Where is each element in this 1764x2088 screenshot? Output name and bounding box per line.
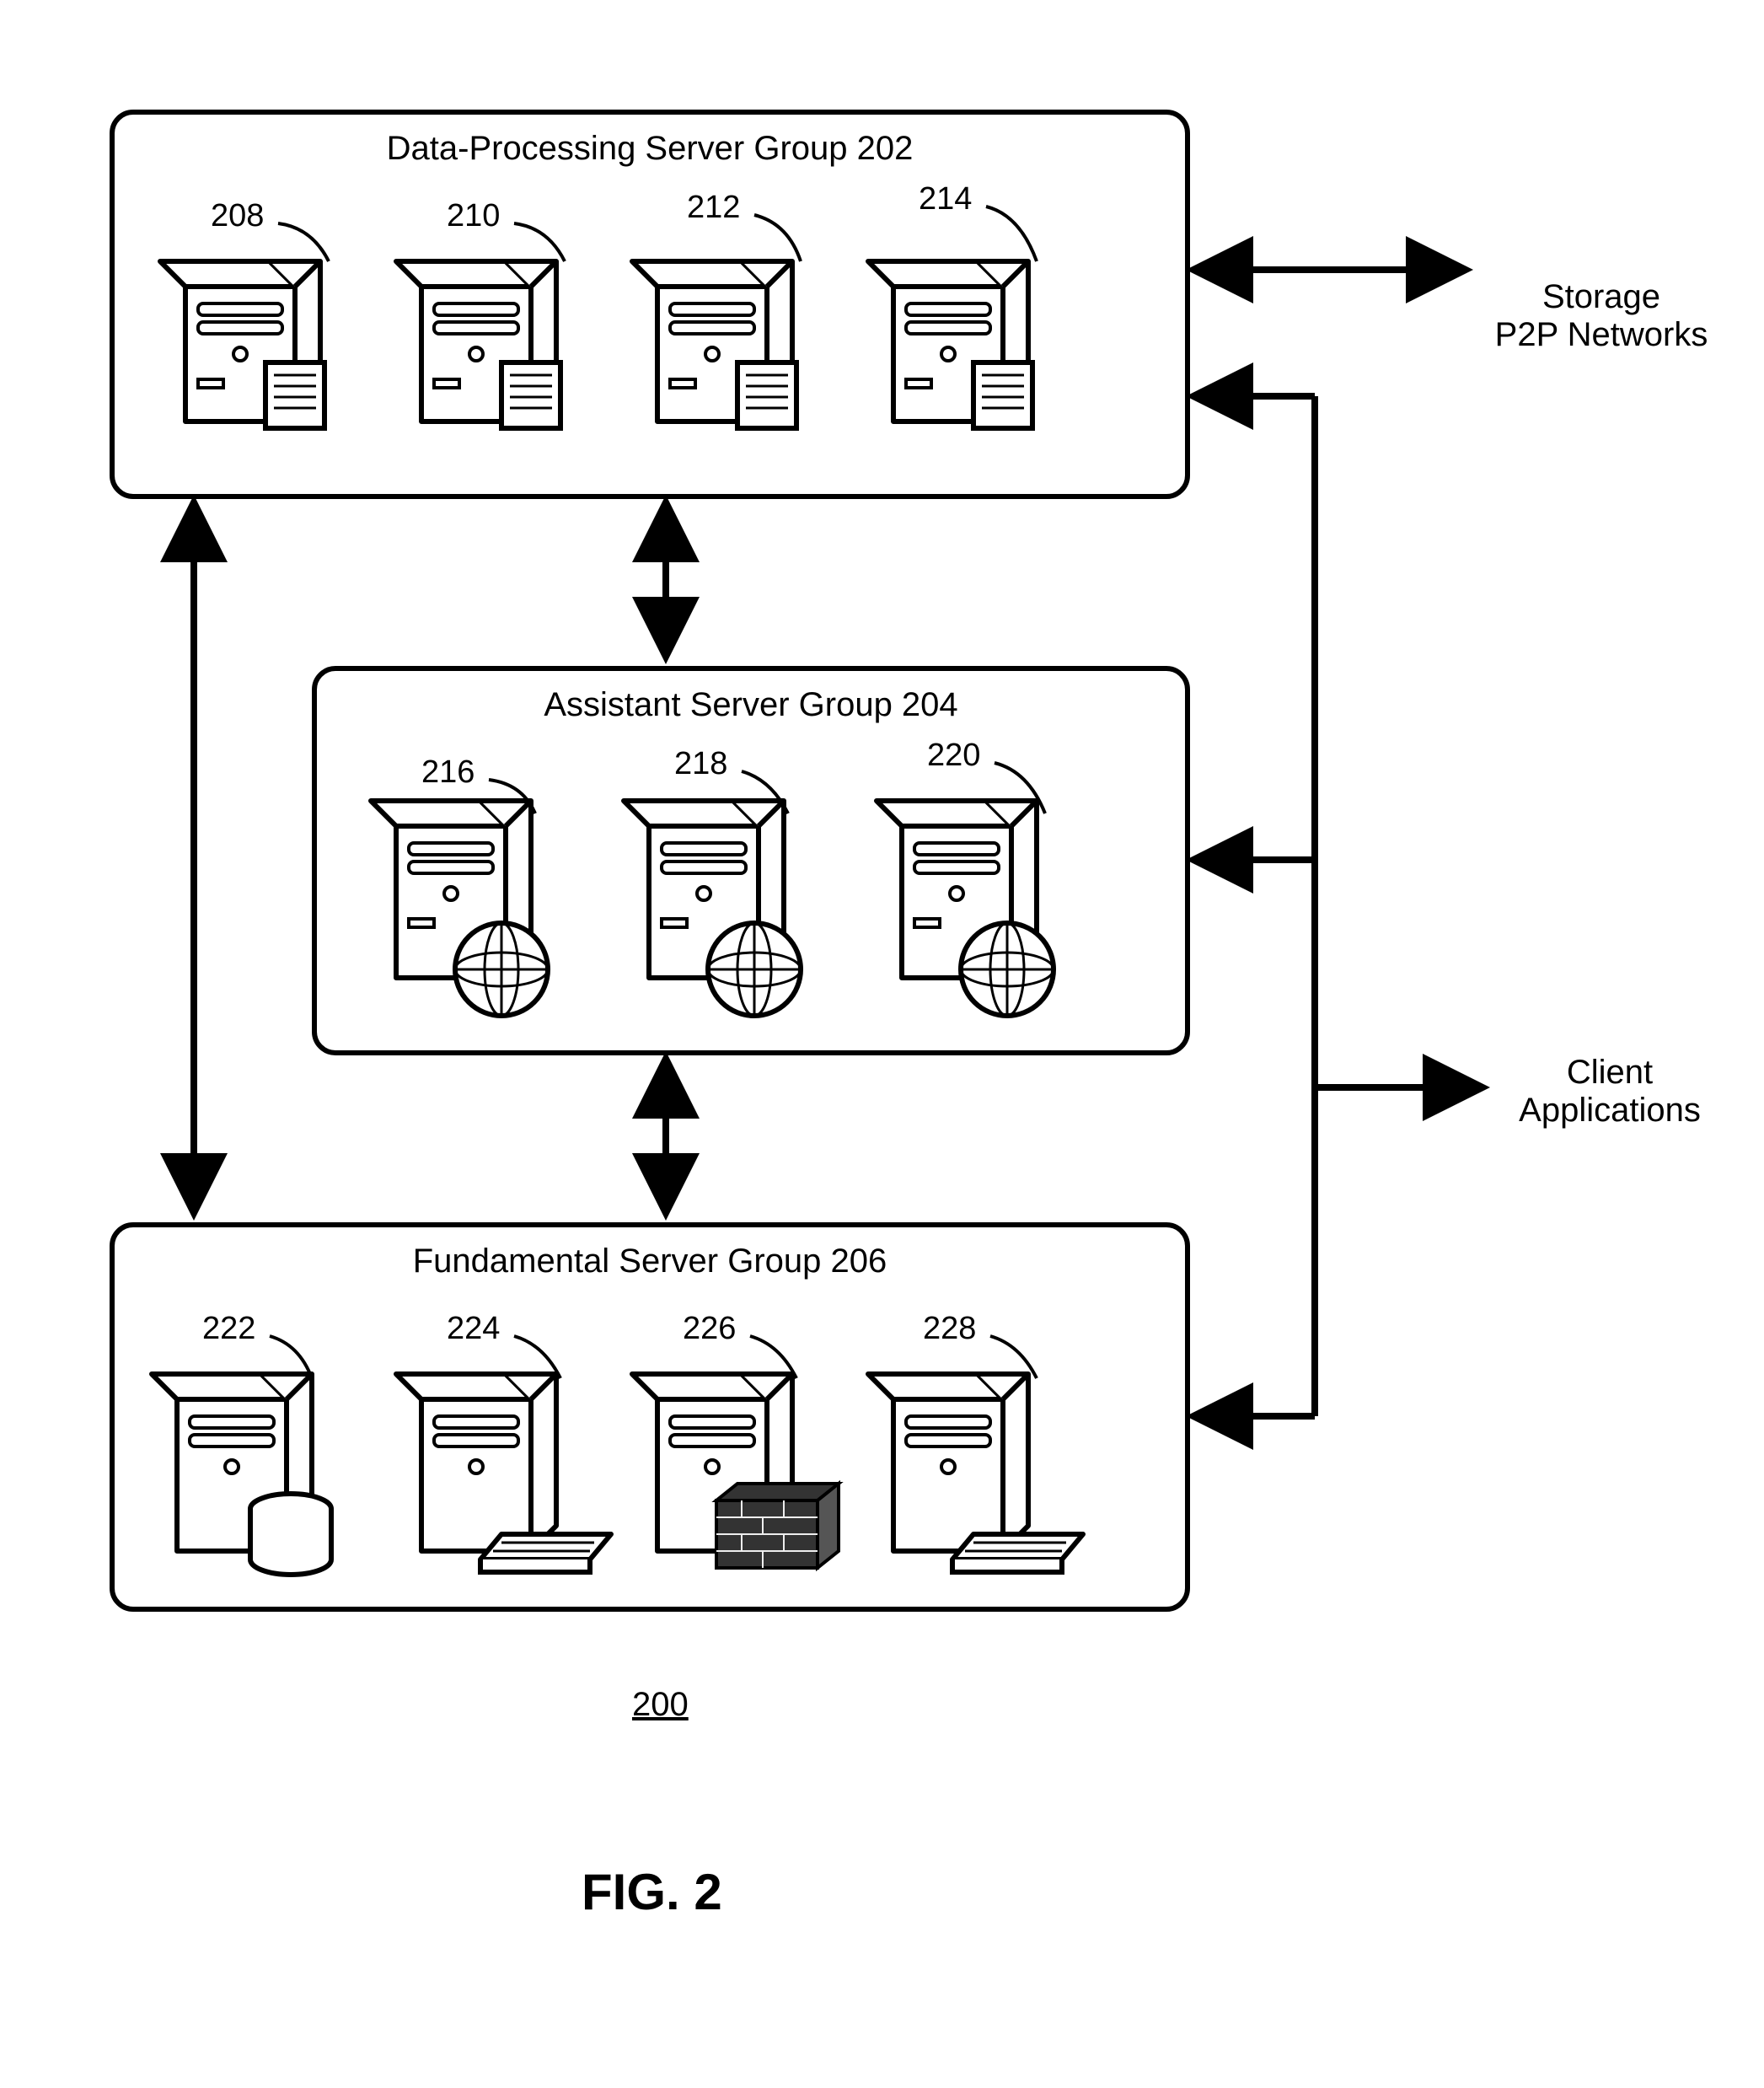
data-processing-group-box: Data-Processing Server Group 202	[110, 110, 1190, 499]
fundamental-group-title: Fundamental Server Group 206	[115, 1243, 1185, 1280]
assistant-group-box: Assistant Server Group 204	[312, 666, 1190, 1055]
system-ref-number: 200	[632, 1686, 689, 1724]
server-ref-216: 216	[421, 754, 475, 791]
server-ref-214: 214	[919, 181, 972, 217]
diagram-canvas: Data-Processing Server Group 202 Assista…	[0, 0, 1764, 2088]
fundamental-group-box: Fundamental Server Group 206	[110, 1222, 1190, 1612]
server-ref-208: 208	[211, 198, 264, 234]
server-ref-210: 210	[447, 198, 500, 234]
server-ref-228: 228	[923, 1311, 976, 1347]
storage-p2p-label: Storage P2P Networks	[1483, 278, 1719, 354]
server-ref-218: 218	[674, 746, 727, 782]
server-ref-224: 224	[447, 1311, 500, 1347]
server-ref-226: 226	[683, 1311, 736, 1347]
assistant-group-title: Assistant Server Group 204	[317, 686, 1185, 724]
server-ref-222: 222	[202, 1311, 255, 1347]
client-apps-label: Client Applications	[1500, 1054, 1719, 1130]
server-ref-220: 220	[927, 738, 980, 774]
server-ref-212: 212	[687, 190, 740, 226]
data-processing-group-title: Data-Processing Server Group 202	[115, 130, 1185, 168]
figure-caption: FIG. 2	[582, 1863, 722, 1921]
